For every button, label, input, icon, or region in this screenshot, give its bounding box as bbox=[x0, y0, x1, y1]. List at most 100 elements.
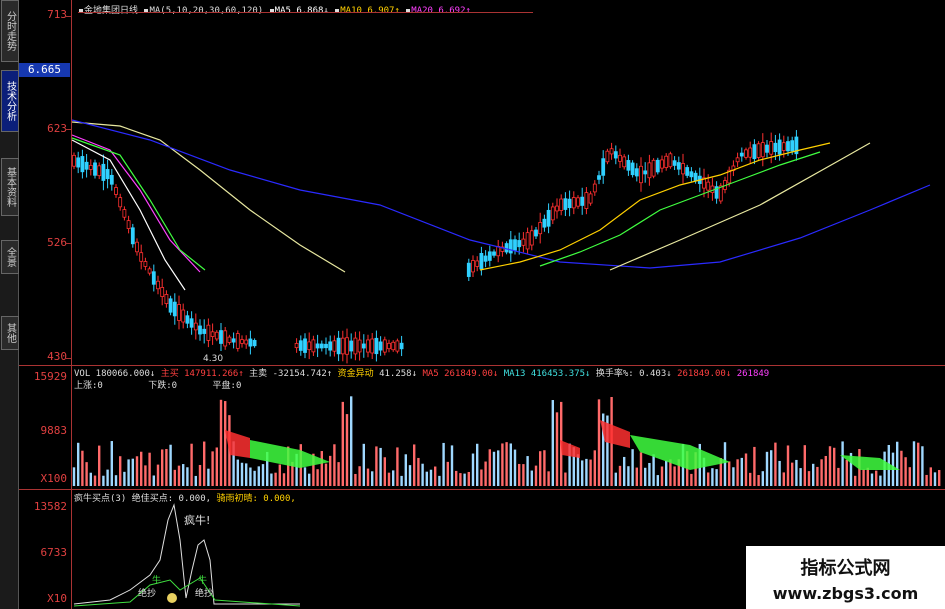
candle-body bbox=[504, 243, 509, 253]
volume-bar bbox=[707, 472, 710, 486]
volume-bar bbox=[795, 459, 798, 486]
candle-body bbox=[626, 160, 631, 171]
candle-body bbox=[622, 156, 627, 168]
candle-body bbox=[231, 338, 236, 343]
volume-bar bbox=[799, 468, 802, 486]
candle-body bbox=[109, 174, 114, 185]
candle-body bbox=[588, 193, 593, 204]
volume-bar bbox=[770, 450, 773, 486]
candle-body bbox=[496, 245, 501, 257]
volume-bar bbox=[358, 466, 361, 486]
candle-body bbox=[639, 165, 643, 184]
volume-bar bbox=[593, 450, 596, 486]
candle-body bbox=[114, 187, 118, 195]
volume-bar bbox=[711, 468, 714, 486]
volume-bar bbox=[257, 466, 260, 486]
volume-bar bbox=[207, 468, 210, 486]
volume-bar bbox=[350, 396, 353, 486]
volume-bar bbox=[803, 445, 806, 486]
candle-body bbox=[135, 241, 139, 253]
volume-bar bbox=[303, 467, 307, 486]
candle-body bbox=[206, 324, 211, 341]
volume-bar bbox=[236, 459, 239, 486]
volume-bar bbox=[177, 465, 181, 486]
volume-bar bbox=[375, 446, 378, 486]
candle-body bbox=[601, 158, 606, 176]
candle-body bbox=[492, 251, 496, 256]
candle-body bbox=[160, 287, 165, 297]
volume-bar bbox=[434, 466, 437, 486]
candle-body bbox=[597, 175, 601, 180]
candle-body bbox=[529, 230, 534, 246]
volume-bar bbox=[875, 470, 878, 486]
volume-bar bbox=[152, 475, 155, 486]
indicator-tag-niu-2: 牛 bbox=[198, 574, 207, 586]
volume-bar bbox=[345, 414, 349, 486]
volume-bar bbox=[627, 466, 630, 486]
candle-body bbox=[525, 232, 530, 250]
candle-body bbox=[559, 198, 564, 211]
indicator-tag-juejia: 绝抄 bbox=[138, 587, 156, 599]
candle-body bbox=[475, 260, 480, 267]
volume-bar bbox=[938, 470, 941, 486]
volume-bar bbox=[144, 465, 147, 486]
candle-body bbox=[685, 167, 690, 176]
volume-bar bbox=[555, 412, 559, 486]
volume-bar bbox=[614, 472, 617, 486]
volume-bar bbox=[807, 471, 811, 486]
volume-bar bbox=[224, 401, 227, 486]
candle-body bbox=[143, 261, 148, 267]
candle-body bbox=[664, 155, 669, 168]
volume-bar bbox=[518, 463, 521, 486]
volume-bar bbox=[497, 450, 500, 486]
candle-body bbox=[605, 150, 610, 163]
candle-body bbox=[181, 309, 186, 323]
volume-bar bbox=[161, 449, 164, 486]
volume-bar bbox=[215, 447, 218, 486]
candle-body bbox=[126, 220, 131, 229]
volume-bar bbox=[131, 458, 134, 486]
smiley-icon bbox=[167, 593, 177, 603]
volume-bar bbox=[169, 444, 172, 486]
volume-bar bbox=[744, 453, 748, 486]
volume-bar bbox=[278, 464, 281, 486]
volume-bar bbox=[812, 463, 815, 486]
candle-body bbox=[395, 340, 400, 352]
volume-bar bbox=[396, 447, 399, 486]
volume-bar bbox=[316, 469, 319, 486]
volume-bar bbox=[463, 473, 466, 486]
volume-bar bbox=[820, 459, 823, 486]
candle-body bbox=[84, 161, 89, 170]
volume-bar bbox=[749, 472, 752, 486]
volume-bar bbox=[778, 460, 781, 486]
volume-bar bbox=[912, 441, 916, 486]
volume-bar bbox=[182, 464, 185, 486]
volume-bar bbox=[736, 459, 739, 486]
kline-chart[interactable]: 4.30 疯牛! 牛 绝抄 牛 绝抄 bbox=[0, 0, 945, 609]
candle-body bbox=[479, 253, 484, 270]
candle-body bbox=[706, 181, 711, 191]
volume-bar bbox=[114, 475, 118, 486]
volume-bar bbox=[366, 468, 370, 486]
candle-body bbox=[240, 339, 244, 344]
candle-body bbox=[118, 197, 123, 208]
volume-bar bbox=[186, 467, 189, 486]
candle-body bbox=[399, 342, 404, 350]
candle-body bbox=[210, 331, 215, 337]
volume-bar bbox=[530, 470, 533, 486]
volume-bar bbox=[824, 455, 827, 486]
volume-band-red bbox=[600, 420, 630, 448]
volume-bar bbox=[476, 443, 479, 486]
candle-body bbox=[357, 339, 362, 353]
candle-body bbox=[538, 222, 543, 235]
candle-body bbox=[345, 337, 349, 355]
candle-body bbox=[151, 271, 156, 285]
volume-bar bbox=[156, 464, 160, 486]
volume-bar bbox=[728, 461, 731, 486]
candle-body bbox=[534, 229, 538, 237]
candle-body bbox=[634, 168, 639, 177]
candle-body bbox=[214, 331, 219, 340]
candle-body bbox=[769, 141, 774, 155]
candle-body bbox=[244, 339, 249, 345]
candle-body bbox=[303, 338, 307, 353]
